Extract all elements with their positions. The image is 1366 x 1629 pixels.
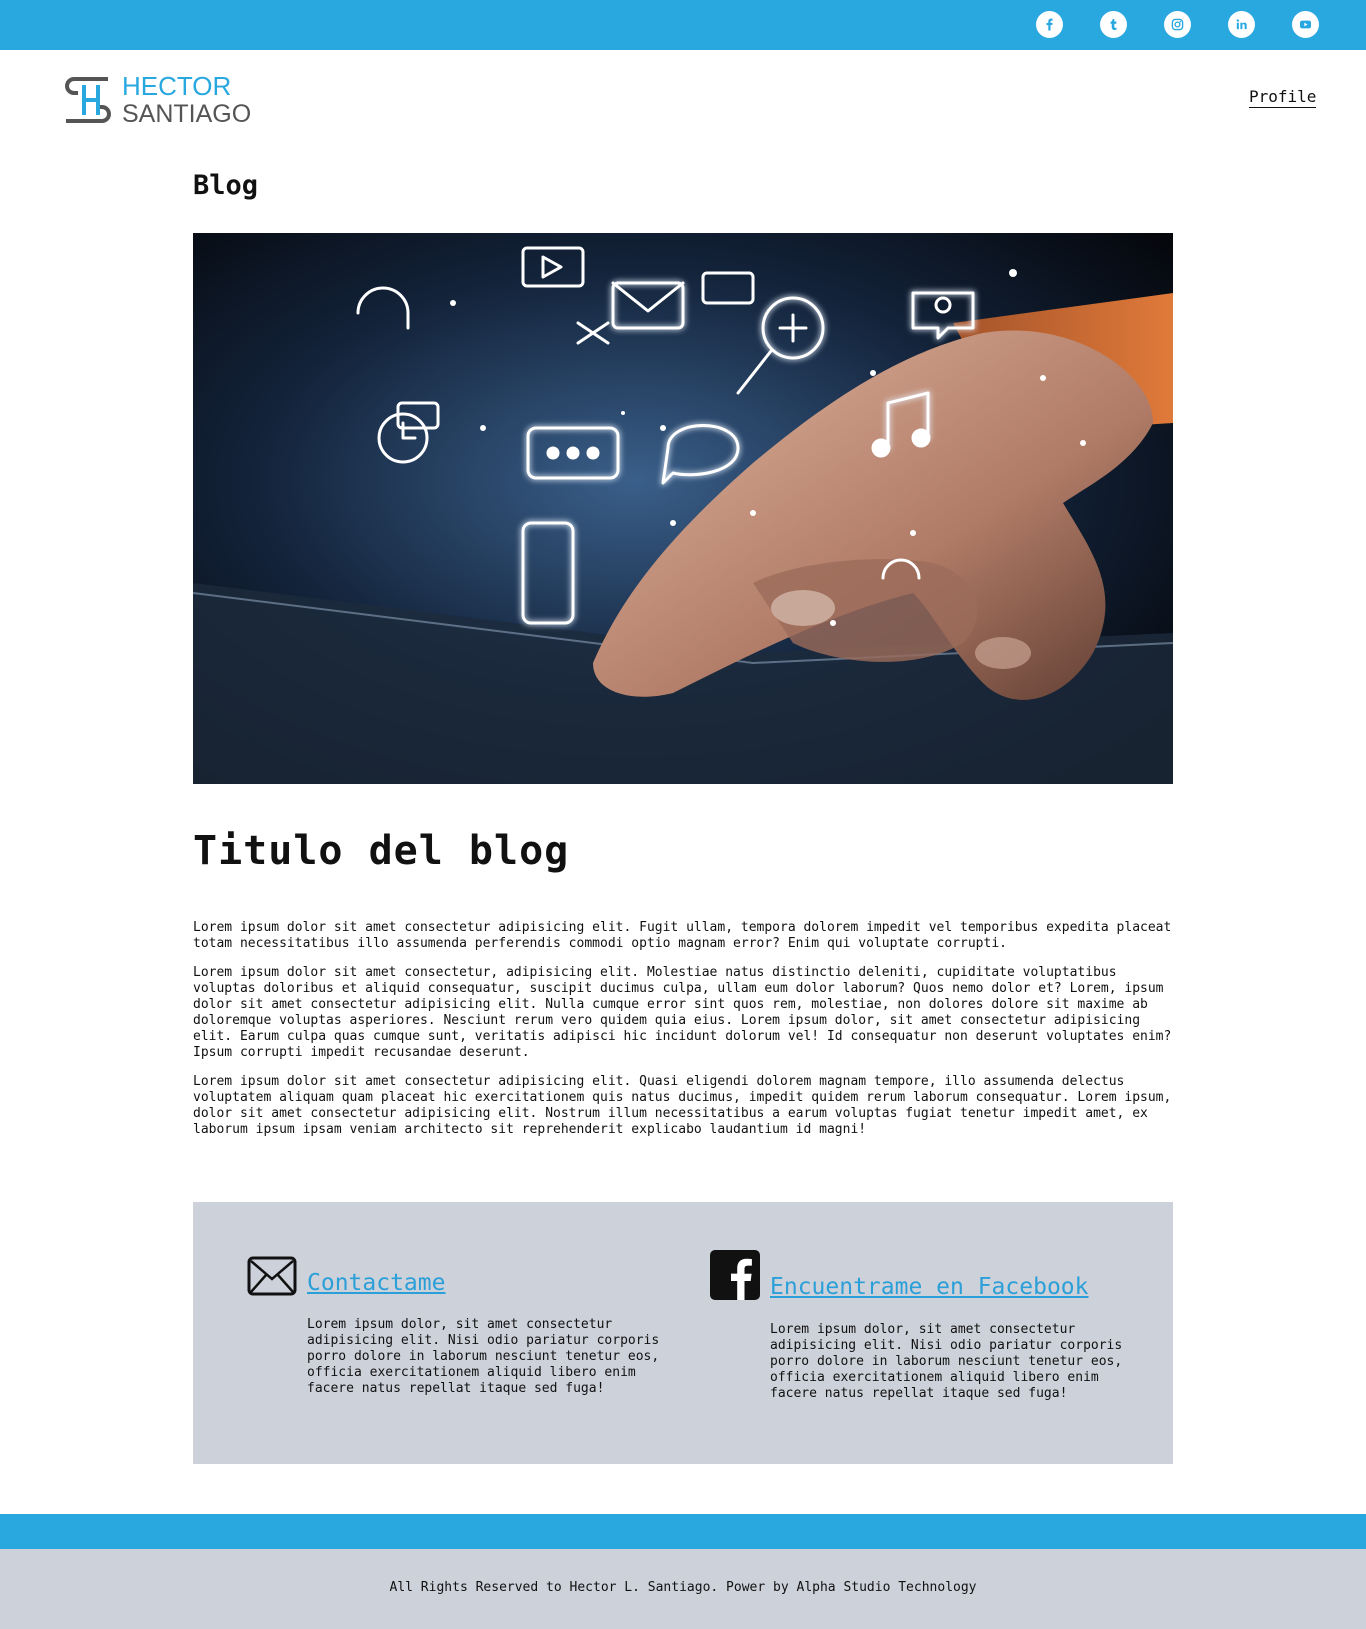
- hero-illustration: [193, 233, 1173, 784]
- nav-profile-link[interactable]: Profile: [1249, 87, 1317, 108]
- facebook-glyph: [1046, 18, 1053, 31]
- youtube-glyph: [1299, 20, 1312, 29]
- post-title: Titulo del blog: [193, 828, 570, 874]
- top-bar: [0, 0, 1366, 50]
- post-body: Lorem ipsum dolor sit amet consectetur a…: [193, 920, 1183, 1151]
- linkedin-icon[interactable]: [1228, 11, 1255, 38]
- tumblr-glyph: [1110, 18, 1117, 31]
- post-paragraph: Lorem ipsum dolor sit amet consectetur, …: [193, 965, 1172, 1060]
- contact-section: Contactame Lorem ipsum dolor, sit amet c…: [193, 1202, 1173, 1464]
- facebook-text: Lorem ipsum dolor, sit amet consectetur …: [770, 1322, 1123, 1401]
- logo-mark-icon: [65, 77, 111, 123]
- site-header: HECTOR SANTIAGO Profile: [0, 50, 1366, 150]
- envelope-icon[interactable]: [247, 1256, 297, 1296]
- contact-card-facebook: Encuentrame en Facebook Lorem ipsum dolo…: [710, 1250, 1150, 1420]
- footer-band: [0, 1514, 1366, 1549]
- contact-me-text: Lorem ipsum dolor, sit amet consectetur …: [307, 1317, 660, 1396]
- logo-name-first: HECTOR: [122, 71, 232, 101]
- section-heading: Blog: [193, 170, 259, 201]
- footer-copyright: All Rights Reserved to Hector L. Santiag…: [389, 1580, 977, 1595]
- hero-image: [193, 233, 1173, 784]
- post-paragraph: Lorem ipsum dolor sit amet consectetur a…: [193, 1074, 1172, 1137]
- logo-text: HECTOR SANTIAGO: [122, 72, 251, 128]
- site-footer: All Rights Reserved to Hector L. Santiag…: [0, 1549, 1366, 1629]
- youtube-icon[interactable]: [1292, 11, 1319, 38]
- instagram-icon[interactable]: [1164, 11, 1191, 38]
- instagram-glyph: [1171, 18, 1184, 31]
- post-paragraph: Lorem ipsum dolor sit amet consectetur a…: [193, 920, 1172, 951]
- facebook-square-icon[interactable]: [710, 1250, 760, 1300]
- facebook-link[interactable]: Encuentrame en Facebook: [770, 1274, 1089, 1300]
- tumblr-icon[interactable]: [1100, 11, 1127, 38]
- site-logo[interactable]: HECTOR SANTIAGO: [64, 72, 251, 128]
- contact-me-link[interactable]: Contactame: [307, 1270, 445, 1296]
- linkedin-glyph: [1236, 19, 1247, 30]
- facebook-icon[interactable]: [1036, 11, 1063, 38]
- logo-name-last: SANTIAGO: [122, 100, 252, 128]
- contact-card-mail: Contactame Lorem ipsum dolor, sit amet c…: [247, 1254, 667, 1414]
